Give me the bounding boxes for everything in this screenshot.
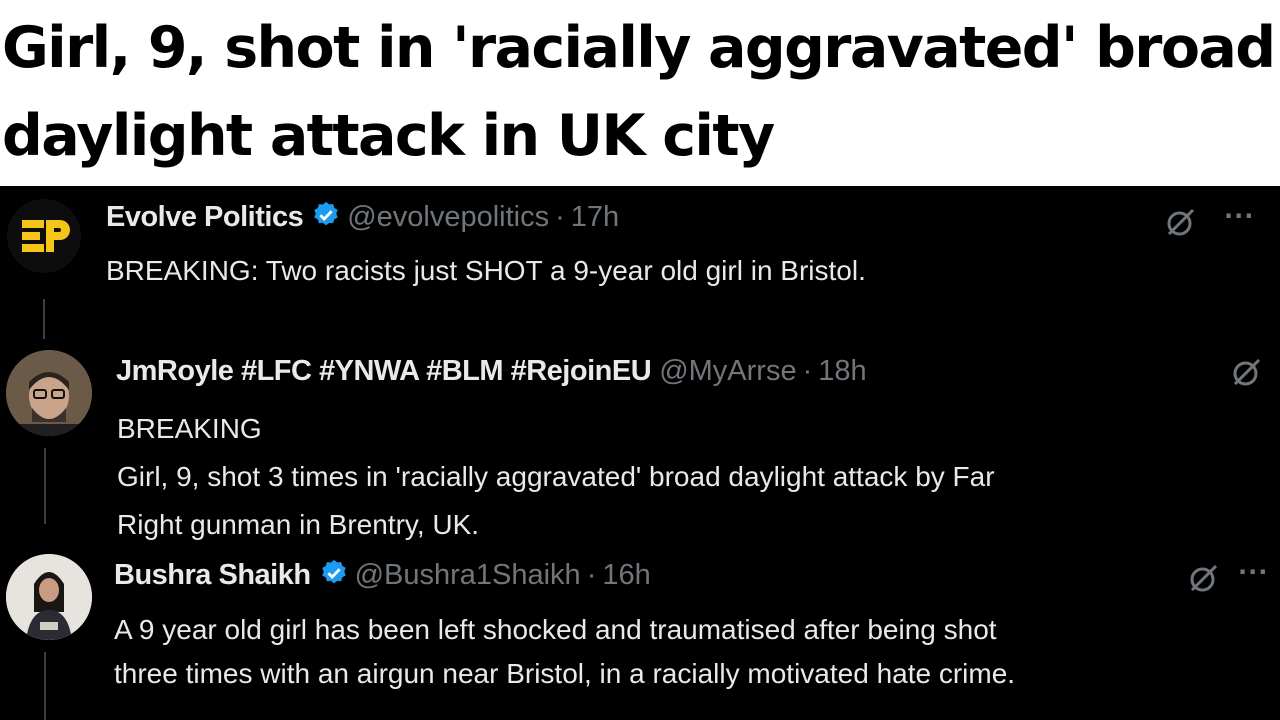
more-options-icon[interactable]: ··· bbox=[1238, 558, 1268, 586]
tweet-text: A 9 year old girl has been left shocked … bbox=[114, 614, 1016, 689]
thread-connector bbox=[44, 448, 46, 524]
tweet-text: BREAKING Girl, 9, shot 3 times in 'racia… bbox=[117, 413, 995, 540]
thread-connector bbox=[43, 299, 45, 339]
tweet-header: Evolve Politics @evolvepolitics · 17h bbox=[106, 200, 619, 238]
tweet-header: Bushra Shaikh @Bushra1Shaikh · 16h bbox=[114, 558, 651, 596]
tweet-timestamp[interactable]: 18h bbox=[818, 355, 866, 387]
user-photo-avatar[interactable] bbox=[6, 350, 92, 436]
author-name[interactable]: JmRoyle #LFC #YNWA #BLM #RejoinEU bbox=[116, 355, 652, 387]
tweet-timestamp[interactable]: 17h bbox=[571, 201, 619, 233]
author-name[interactable]: Bushra Shaikh bbox=[114, 559, 311, 591]
grok-icon[interactable] bbox=[1229, 354, 1265, 394]
author-handle[interactable]: @MyArrse bbox=[659, 355, 796, 387]
author-handle[interactable]: @evolvepolitics bbox=[347, 201, 549, 233]
user-photo-avatar[interactable] bbox=[6, 554, 92, 640]
article-headline-area: Girl, 9, shot in 'racially aggravated' b… bbox=[0, 0, 1280, 186]
tweet-header: JmRoyle #LFC #YNWA #BLM #RejoinEU @MyArr… bbox=[116, 355, 867, 387]
verified-badge-icon bbox=[319, 558, 349, 596]
tweet-feed: Evolve Politics @evolvepolitics · 17h BREAK… bbox=[0, 186, 1280, 720]
verified-badge-icon bbox=[311, 200, 341, 238]
more-options-icon[interactable]: ··· bbox=[1224, 202, 1254, 230]
article-headline: Girl, 9, shot in 'racially aggravated' b… bbox=[2, 15, 1276, 169]
thread-connector bbox=[44, 652, 46, 720]
author-name[interactable]: Evolve Politics bbox=[106, 201, 304, 233]
tweet-timestamp[interactable]: 16h bbox=[602, 559, 650, 591]
grok-icon[interactable] bbox=[1186, 560, 1222, 600]
tweet-text: BREAKING: Two racists just SHOT a 9-year… bbox=[106, 255, 866, 286]
author-handle[interactable]: @Bushra1Shaikh bbox=[355, 559, 581, 591]
grok-icon[interactable] bbox=[1163, 204, 1199, 244]
evolve-politics-logo[interactable] bbox=[7, 199, 81, 273]
